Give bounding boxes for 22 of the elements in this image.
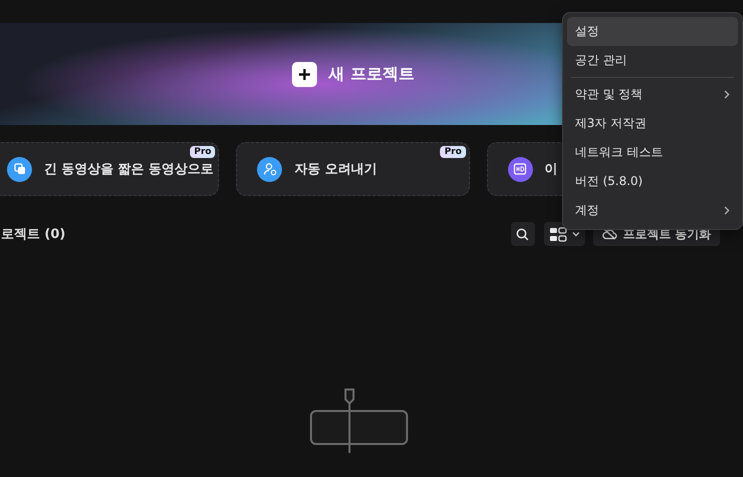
grid-view-icon [548, 226, 567, 242]
menu-item[interactable]: 버전 (5.8.0) [567, 167, 738, 196]
menu-item[interactable]: 네트워크 테스트 [567, 138, 738, 167]
feature-label: 긴 동영상을 짧은 동영상으로 [44, 161, 214, 178]
feature-card[interactable]: Pro 자동 오려내기 [236, 142, 470, 196]
pro-badge: Pro [440, 146, 466, 158]
feature-label: 이 [544, 161, 558, 178]
pro-badge: Pro [190, 146, 216, 158]
search-icon [516, 228, 530, 240]
plus-icon [292, 62, 317, 86]
chevron-down-icon [572, 231, 580, 237]
projects-heading: 로젝트 (0) [1, 226, 66, 243]
menu-item[interactable]: 계정 [567, 196, 738, 225]
menu-item[interactable]: 제3자 저작권 [567, 109, 738, 138]
feature-label: 자동 오려내기 [294, 161, 377, 178]
search-button[interactable] [510, 222, 535, 246]
new-project-label: 새 프로젝트 [328, 64, 414, 84]
feature-card[interactable]: Pro 긴 동영상을 짧은 동영상으로 [0, 142, 220, 196]
menu-item[interactable]: 약관 및 정책 [567, 80, 738, 109]
cloud-off-icon [602, 228, 617, 240]
menu-item[interactable]: 공간 관리 [567, 46, 738, 75]
menu-item[interactable]: 설정 [567, 17, 738, 46]
